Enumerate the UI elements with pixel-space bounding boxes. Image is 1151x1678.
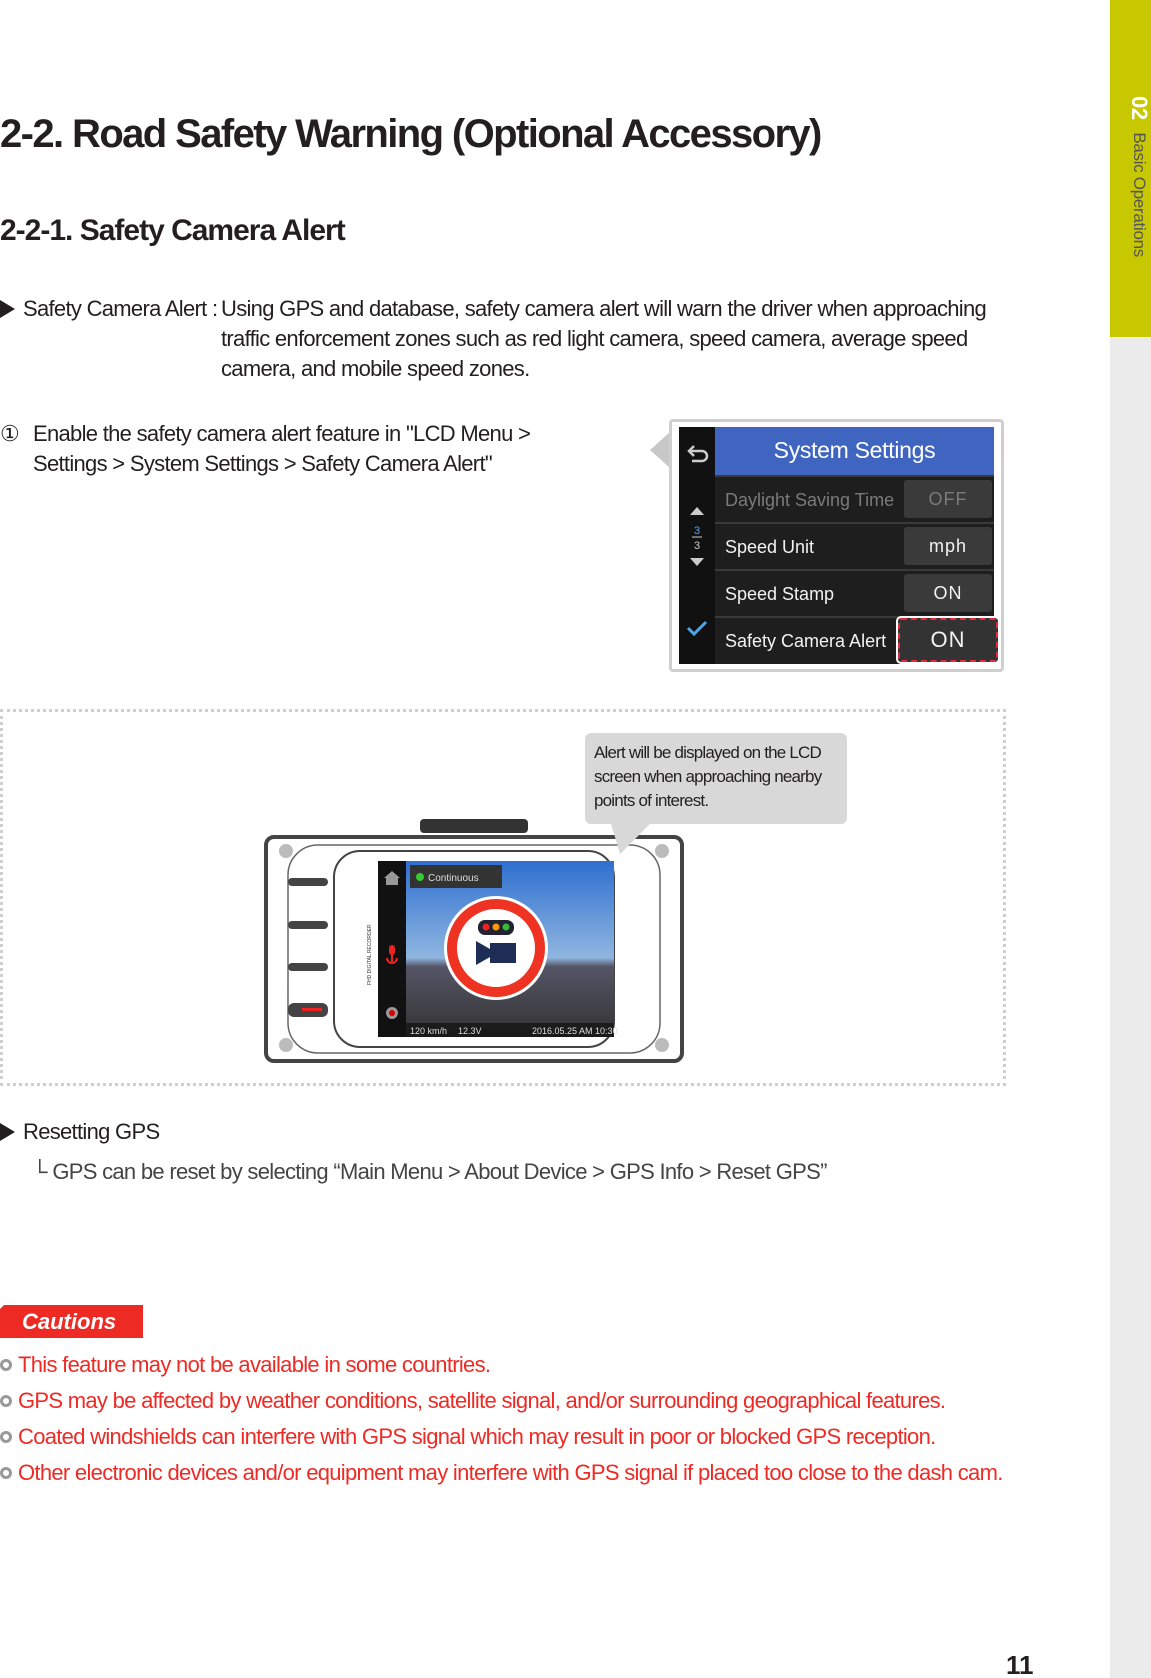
circle-bullet-icon (0, 1431, 12, 1443)
lcd-menu-screenshot: 3 3 System Settings Daylight Saving Time… (669, 419, 1004, 672)
chapter-label: 02 Basic Operations (1127, 96, 1151, 257)
svg-text:3: 3 (694, 540, 700, 552)
menu-row-speed-unit[interactable]: Speed Unit mph (715, 522, 994, 569)
svg-text:Continuous: Continuous (428, 873, 479, 884)
svg-text:FHD DIGITAL RECORDER: FHD DIGITAL RECORDER (367, 924, 373, 985)
triangle-bullet-icon (0, 300, 15, 318)
menu-row-safety-camera-alert[interactable]: Safety Camera Alert ON (715, 616, 1000, 664)
page-title: 2-2. Road Safety Warning (Optional Acces… (0, 112, 822, 156)
circle-bullet-icon (0, 1359, 12, 1371)
mount (420, 819, 528, 833)
safety-camera-alert-toggle: ON (896, 616, 1000, 664)
menu-row-daylight-saving[interactable]: Daylight Saving Time OFF (715, 475, 994, 522)
caution-item: GPS may be affected by weather condition… (0, 1388, 946, 1414)
intro-term: Safety Camera Alert : (0, 294, 218, 324)
lcd-title: System Settings (715, 427, 994, 475)
svg-text:120 km/h: 120 km/h (410, 1026, 447, 1036)
check-icon (686, 620, 708, 637)
intro-text: Using GPS and database, safety camera al… (221, 296, 987, 381)
side-margin (1110, 337, 1151, 1678)
svg-text:2016.05.25 AM 10:30: 2016.05.25 AM 10:30 (532, 1026, 618, 1036)
scroll-up-icon (690, 507, 704, 515)
circle-bullet-icon (0, 1467, 12, 1479)
caution-item: This feature may not be available in som… (0, 1352, 491, 1378)
step-marker: ① (0, 421, 20, 446)
callout-bubble: Alert will be displayed on the LCD scree… (585, 733, 847, 824)
reset-instruction: └ GPS can be reset by selecting “Main Me… (32, 1159, 827, 1184)
caution-item: Other electronic devices and/or equipmen… (0, 1460, 1003, 1486)
lcd-side-icons: 3 3 (686, 445, 709, 637)
step-1-text: Enable the safety camera alert feature i… (33, 421, 531, 476)
callout-pointer (650, 432, 670, 468)
cautions-badge: Cautions (0, 1305, 143, 1338)
reset-heading: Resetting GPS (0, 1117, 160, 1147)
triangle-bullet-icon (0, 1123, 15, 1141)
menu-row-speed-stamp[interactable]: Speed Stamp ON (715, 569, 994, 616)
circle-bullet-icon (0, 1395, 12, 1407)
section-title: 2-2-1. Safety Camera Alert (0, 214, 346, 247)
scroll-down-icon (690, 558, 704, 566)
page-number: 11 (1006, 1650, 1034, 1678)
caution-item: Coated windshields can interfere with GP… (0, 1424, 936, 1450)
back-icon (687, 445, 709, 463)
svg-text:12.3V: 12.3V (458, 1026, 482, 1036)
svg-text:3: 3 (694, 525, 700, 537)
